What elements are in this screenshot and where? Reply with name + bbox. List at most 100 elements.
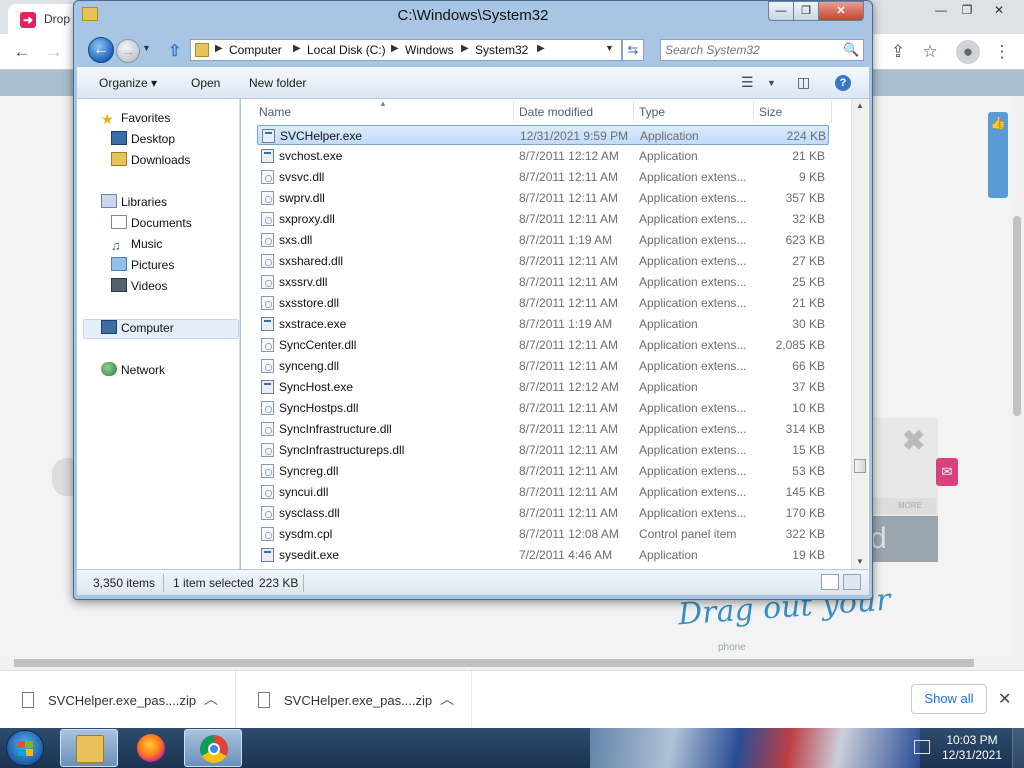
chevron-right-icon[interactable]: ▶	[215, 43, 223, 54]
share-icon[interactable]: ⇪	[886, 40, 910, 64]
column-header-name[interactable]: Name	[259, 105, 291, 119]
file-row[interactable]: SyncInfrastructureps.dll 8/7/2011 12:11 A…	[257, 440, 829, 460]
open-button[interactable]: Open	[191, 76, 220, 90]
breadcrumb-computer[interactable]: Computer	[229, 43, 282, 57]
forward-arrow-icon[interactable]: →	[42, 40, 66, 64]
large-icons-view-icon[interactable]	[843, 574, 861, 590]
start-button[interactable]	[6, 730, 44, 766]
file-row[interactable]: synceng.dll 8/7/2011 12:11 AM Application …	[257, 356, 829, 376]
download-item[interactable]: SVCHelper.exe_pas....zip ︿	[0, 671, 236, 729]
file-row[interactable]: sxssrv.dll 8/7/2011 12:11 AM Application e…	[257, 272, 829, 292]
show-desktop-button[interactable]	[1012, 728, 1024, 768]
download-item[interactable]: SVCHelper.exe_pas....zip ︿	[236, 671, 472, 729]
chevron-up-icon[interactable]: ︿	[204, 689, 218, 709]
breadcrumb-windows[interactable]: Windows	[405, 43, 454, 57]
nav-desktop[interactable]: Desktop	[111, 130, 175, 148]
history-dropdown-icon[interactable]: ▼	[142, 43, 151, 53]
ad-more-link[interactable]: MORE	[870, 498, 936, 514]
nav-computer[interactable]: Computer	[101, 319, 174, 337]
file-row[interactable]: SyncHostps.dll 8/7/2011 12:11 AM Applicati…	[257, 398, 829, 418]
file-row[interactable]: sysedit.exe 7/2/2011 4:46 AM Application 19…	[257, 545, 829, 565]
file-row[interactable]: sxstrace.exe 8/7/2011 1:19 AM Application 3…	[257, 314, 829, 334]
chevron-right-icon[interactable]: ▶	[461, 43, 469, 54]
file-row[interactable]: sysclass.dll 8/7/2011 12:11 AM Application…	[257, 503, 829, 523]
breadcrumb-system32[interactable]: System32	[475, 43, 528, 57]
file-row[interactable]: SyncInfrastructure.dll 8/7/2011 12:11 AM A…	[257, 419, 829, 439]
file-row[interactable]: sxs.dll 8/7/2011 1:19 AM Application exten…	[257, 230, 829, 250]
file-row[interactable]: svsvc.dll 8/7/2011 12:11 AM Application ex…	[257, 167, 829, 187]
search-input[interactable]	[665, 42, 835, 58]
star-icon[interactable]: ☆	[918, 40, 942, 64]
new-folder-button[interactable]: New folder	[249, 76, 306, 90]
column-header-date[interactable]: Date modified	[519, 105, 593, 119]
profile-icon[interactable]: ●	[956, 40, 980, 64]
view-options-icon[interactable]: ☰	[741, 74, 754, 91]
thumbs-up-icon[interactable]: 👍	[988, 112, 1008, 198]
nav-pictures[interactable]: Pictures	[111, 256, 174, 274]
nav-videos[interactable]: Videos	[111, 277, 167, 295]
file-name: sysclass.dll	[279, 506, 340, 520]
browser-maximize-button[interactable]: ❐	[952, 2, 982, 20]
network-tray-icon[interactable]	[914, 740, 930, 754]
close-icon[interactable]: ✕	[998, 689, 1011, 709]
file-row[interactable]: syncui.dll 8/7/2011 12:11 AM Application e…	[257, 482, 829, 502]
file-row[interactable]: SVCHelper.exe 12/31/2021 9:59 PM Applicati…	[257, 125, 829, 145]
address-bar[interactable]: ▶ Computer ▶ Local Disk (C:) ▶ Windows ▶…	[190, 39, 622, 61]
file-row[interactable]: sxsstore.dll 8/7/2011 12:11 AM Application…	[257, 293, 829, 313]
close-button[interactable]: ✕	[818, 1, 864, 21]
chevron-up-icon[interactable]: ︿	[440, 689, 454, 709]
back-arrow-icon[interactable]: ←	[10, 40, 34, 64]
nav-downloads[interactable]: Downloads	[111, 151, 190, 169]
chevron-right-icon[interactable]: ▶	[537, 43, 545, 54]
scroll-up-icon[interactable]: ▲	[856, 101, 864, 110]
organize-menu[interactable]: Organize ▾	[99, 76, 157, 90]
scroll-down-icon[interactable]: ▼	[856, 557, 864, 566]
page-vertical-scrollbar[interactable]	[1010, 96, 1024, 656]
explorer-title-bar[interactable]: C:\Windows\System32 — ❐ ✕	[74, 1, 872, 31]
preview-pane-icon[interactable]: ◫	[797, 74, 810, 91]
taskbar-chrome-button[interactable]	[184, 729, 242, 767]
nav-music[interactable]: ♫ Music	[111, 235, 162, 253]
minimize-button[interactable]: —	[768, 1, 794, 21]
chevron-right-icon[interactable]: ▶	[293, 43, 301, 54]
file-row[interactable]: swprv.dll 8/7/2011 12:11 AM Application ex…	[257, 188, 829, 208]
maximize-button[interactable]: ❐	[793, 1, 819, 21]
help-icon[interactable]: ?	[835, 75, 851, 91]
back-arrow-icon[interactable]: ←	[88, 37, 114, 63]
search-icon[interactable]: 🔍	[843, 42, 859, 58]
file-row[interactable]: SyncCenter.dll 8/7/2011 12:11 AM Applicati…	[257, 335, 829, 355]
ad-close-icon[interactable]: ✖	[902, 424, 925, 457]
address-dropdown-icon[interactable]: ▼	[605, 43, 614, 53]
column-header-size[interactable]: Size	[759, 105, 782, 119]
scrollbar-thumb[interactable]	[854, 459, 866, 473]
file-row[interactable]: sxproxy.dll 8/7/2011 12:11 AM Application …	[257, 209, 829, 229]
file-row[interactable]: SyncHost.exe 8/7/2011 12:12 AM Application…	[257, 377, 829, 397]
search-box[interactable]: 🔍	[660, 39, 864, 61]
forward-arrow-icon[interactable]: →	[116, 39, 140, 63]
nav-network[interactable]: Network	[101, 361, 165, 379]
feedback-icon[interactable]: ✉	[936, 458, 958, 486]
chevron-right-icon[interactable]: ▶	[391, 43, 399, 54]
file-list-scrollbar[interactable]: ▲ ▼	[851, 99, 868, 569]
browser-close-button[interactable]: ✕	[984, 2, 1014, 20]
nav-documents[interactable]: Documents	[111, 214, 192, 232]
file-row[interactable]: Syncreg.dll 8/7/2011 12:11 AM Application …	[257, 461, 829, 481]
up-arrow-icon[interactable]: ⇧	[168, 41, 181, 61]
details-view-icon[interactable]	[821, 574, 839, 590]
show-all-button[interactable]: Show all	[911, 684, 987, 714]
refresh-icon[interactable]: ⇆	[622, 39, 644, 61]
column-header-type[interactable]: Type	[639, 105, 665, 119]
file-row[interactable]: sxshared.dll 8/7/2011 12:11 AM Application…	[257, 251, 829, 271]
nav-favorites[interactable]: ★ Favorites	[101, 109, 170, 127]
sort-ascending-icon: ▲	[379, 99, 387, 108]
menu-icon[interactable]: ⋮	[990, 40, 1014, 64]
taskbar-explorer-button[interactable]	[60, 729, 118, 767]
file-row[interactable]: sysdm.cpl 8/7/2011 12:08 AM Control panel …	[257, 524, 829, 544]
system-clock[interactable]: 10:03 PM 12/31/2021	[940, 733, 1004, 763]
page-horizontal-scrollbar[interactable]	[0, 656, 1024, 670]
breadcrumb-local-disk[interactable]: Local Disk (C:)	[307, 43, 386, 57]
taskbar-firefox-button[interactable]	[122, 729, 180, 767]
view-dropdown-icon[interactable]: ▼	[767, 78, 776, 88]
file-row[interactable]: svchost.exe 8/7/2011 12:12 AM Application 2…	[257, 146, 829, 166]
nav-libraries[interactable]: Libraries	[101, 193, 167, 211]
